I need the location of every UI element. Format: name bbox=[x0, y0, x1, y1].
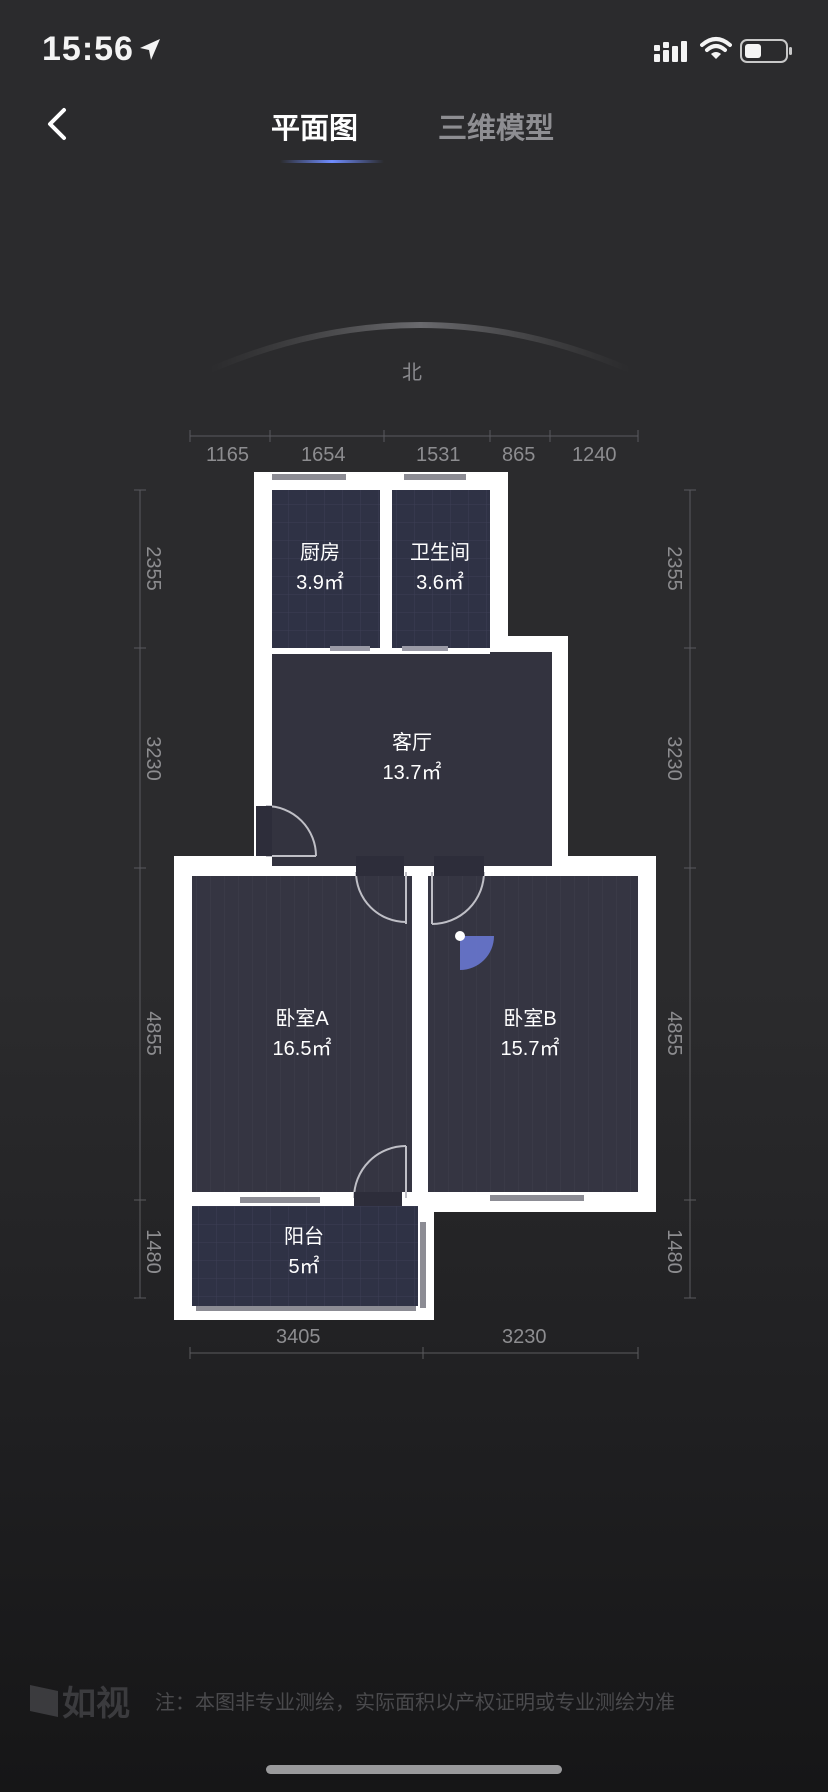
room-name: 阳台 bbox=[284, 1226, 324, 1248]
room-name: 卧室B bbox=[503, 1008, 557, 1030]
room-area: 13.7㎡ bbox=[382, 762, 442, 784]
room-name: 卫生间 bbox=[410, 542, 470, 564]
brand-logo-text: 如视 bbox=[62, 1685, 130, 1723]
room-name: 厨房 bbox=[300, 542, 340, 564]
room-label-bedroom-a: 卧室A 16.5㎡ bbox=[252, 1004, 352, 1064]
disclaimer-note: 注：本图非专业测绘，实际面积以产权证明或专业测绘为准 bbox=[155, 1692, 675, 1714]
room-area: 3.9㎡ bbox=[296, 572, 344, 594]
room-name: 客厅 bbox=[392, 732, 432, 754]
room-label-living: 客厅 13.7㎡ bbox=[362, 728, 462, 788]
room-label-balcony: 阳台 5㎡ bbox=[264, 1222, 344, 1282]
room-area: 16.5㎡ bbox=[272, 1038, 332, 1060]
home-indicator[interactable] bbox=[266, 1765, 562, 1774]
room-area: 5㎡ bbox=[288, 1256, 320, 1278]
room-area: 3.6㎡ bbox=[416, 572, 464, 594]
room-name: 卧室A bbox=[275, 1008, 329, 1030]
room-area: 15.7㎡ bbox=[500, 1038, 560, 1060]
floor-plan bbox=[134, 430, 696, 1359]
room-label-bedroom-b: 卧室B 15.7㎡ bbox=[480, 1004, 580, 1064]
room-label-kitchen: 厨房 3.9㎡ bbox=[280, 538, 360, 598]
brand-logo: 如视 bbox=[26, 1676, 130, 1725]
brand-logo-icon bbox=[30, 1685, 58, 1717]
room-label-bathroom: 卫生间 3.6㎡ bbox=[398, 538, 482, 598]
